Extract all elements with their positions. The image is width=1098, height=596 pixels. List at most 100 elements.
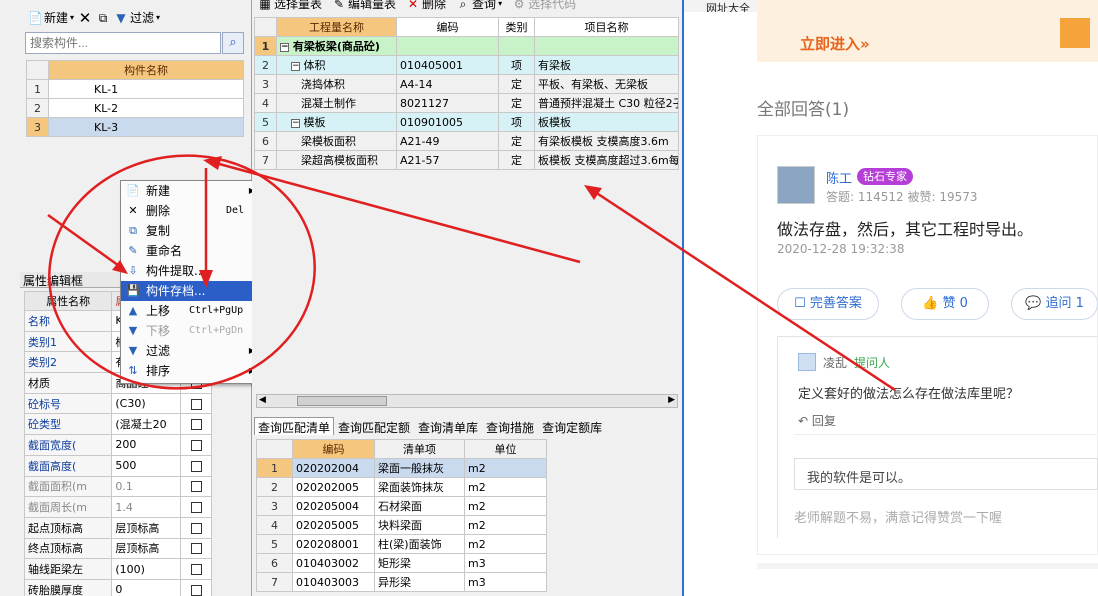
tab-query-4[interactable]: 查询定额库 — [538, 417, 606, 435]
attr-row[interactable]: 截面周长(m 1.4 — [23, 496, 212, 518]
bill-code[interactable]: 020202004 — [292, 458, 375, 478]
menu-item-extract[interactable]: ⇩ 构件提取... — [121, 261, 261, 281]
table-row[interactable]: 4 020205005 块料梁面 m2 — [256, 515, 547, 535]
category-cell[interactable]: 项 — [498, 55, 535, 75]
horizontal-scrollbar[interactable]: ◀ ▶ — [256, 394, 678, 408]
bill-code[interactable]: 020205005 — [292, 515, 375, 535]
attr-value[interactable]: 0.1 — [111, 475, 182, 498]
menu-item-filter[interactable]: ▼过滤▶ — [121, 341, 261, 361]
collapse-icon[interactable]: − — [291, 61, 300, 71]
attr-checkbox[interactable] — [190, 460, 202, 472]
tab-query-0[interactable]: 查询匹配清单 — [254, 417, 335, 435]
bill-item[interactable]: 柱(梁)面装饰 — [374, 534, 465, 554]
table-row[interactable]: 5 020208001 柱(梁)面装饰 m2 — [256, 534, 547, 554]
attr-checkbox[interactable] — [190, 543, 202, 555]
delete-button[interactable]: ✕ — [78, 10, 92, 25]
menu-item-down[interactable]: ▼ 下移 Ctrl+PgDn — [121, 321, 261, 341]
collapse-icon[interactable]: − — [291, 118, 300, 128]
table-row[interactable]: 2 KL-2 — [26, 98, 244, 118]
select-table-button[interactable]: ▦ 选择量表 — [258, 0, 322, 12]
table-row[interactable]: 1 KL-1 — [26, 79, 244, 99]
bill-unit[interactable]: m3 — [464, 553, 547, 573]
bill-unit[interactable]: m2 — [464, 458, 547, 478]
commenter-name[interactable]: 凌乱 — [823, 354, 847, 371]
project-cell[interactable]: 平板、有梁板、无梁板 — [534, 74, 679, 94]
code-cell[interactable]: 8021127 — [396, 93, 499, 113]
category-cell[interactable] — [498, 36, 535, 56]
category-cell[interactable]: 定 — [498, 74, 535, 94]
code-cell[interactable] — [396, 36, 499, 56]
menu-item-sort[interactable]: ⇅排序▶ — [121, 361, 261, 381]
select-code-button[interactable]: ⚙ 选择代码 — [512, 0, 576, 12]
bill-code[interactable]: 010403003 — [292, 572, 375, 592]
table-row[interactable]: 4 混凝土制作 8021127 定普通预拌混凝土 C30 粒径2子 — [254, 93, 679, 113]
attr-checkbox[interactable] — [190, 439, 202, 451]
improve-answer-button[interactable]: ☐ 完善答案 — [777, 288, 879, 320]
search-button[interactable]: ⌕ — [222, 32, 244, 54]
project-cell[interactable]: 普通预拌混凝土 C30 粒径2子 — [534, 93, 679, 113]
attr-row[interactable]: 起点顶标高 层顶标高 — [23, 516, 212, 539]
attr-row[interactable]: 截面宽度(200 — [23, 434, 212, 456]
attr-value[interactable]: (混凝土20 — [111, 413, 182, 436]
table-row[interactable]: 1 020202004 梁面一般抹灰 m2 — [256, 458, 547, 478]
menu-item-rename[interactable]: ✎ 重命名 — [121, 241, 261, 261]
bill-item[interactable]: 块料梁面 — [374, 515, 465, 535]
new-button[interactable]: 📄 新建 ▾ — [28, 9, 74, 26]
bill-unit[interactable]: m2 — [464, 496, 547, 516]
category-cell[interactable]: 定 — [498, 93, 535, 113]
attr-row[interactable]: 截面高度(500 — [23, 454, 212, 477]
bill-unit[interactable]: m3 — [464, 572, 547, 592]
like-button[interactable]: 👍 赞 0 — [901, 288, 989, 320]
follow-up-button[interactable]: 💬 追问 1 — [1011, 288, 1098, 320]
attr-row[interactable]: 轴线距梁左 (100) — [23, 558, 212, 580]
table-row[interactable]: 5− 模板 010901005 项板模板 — [254, 112, 679, 132]
bill-item[interactable]: 梁面一般抹灰 — [374, 458, 465, 478]
bill-unit[interactable]: m2 — [464, 515, 547, 535]
bill-unit[interactable]: m2 — [464, 534, 547, 554]
tab-query-2[interactable]: 查询清单库 — [414, 417, 482, 435]
table-row-selected[interactable]: 3 KL-3 — [26, 117, 244, 137]
table-row[interactable]: 3 浇捣体积 A4-14 定平板、有梁板、无梁板 — [254, 74, 679, 94]
bill-item[interactable]: 石材梁面 — [374, 496, 465, 516]
tab-query-1[interactable]: 查询匹配定额 — [334, 417, 414, 435]
attr-checkbox[interactable] — [190, 481, 202, 493]
bill-item[interactable]: 矩形梁 — [374, 553, 465, 573]
menu-item-copy[interactable]: ⧉ 复制 — [121, 221, 261, 241]
attr-value[interactable]: 500 — [111, 454, 182, 477]
bill-item[interactable]: 异形梁 — [374, 572, 465, 592]
code-cell[interactable]: A21-49 — [396, 131, 499, 151]
reply-input[interactable]: 我的软件是可以。 — [794, 458, 1098, 490]
table-row[interactable]: 2− 体积 010405001 项有梁板 — [254, 55, 679, 75]
table-row[interactable]: 2 020202005 梁面装饰抹灰 m2 — [256, 477, 547, 497]
attr-value[interactable]: 层顶标高 — [111, 516, 182, 539]
project-cell[interactable]: 板模板 — [534, 112, 679, 132]
answer-username[interactable]: 陈工 — [826, 168, 852, 187]
category-cell[interactable]: 定 — [498, 150, 535, 170]
attr-checkbox[interactable] — [190, 564, 202, 576]
attr-row[interactable]: 砼类型 (混凝土20 — [23, 413, 212, 436]
menu-item-archive[interactable]: 💾 构件存档... — [121, 281, 261, 301]
filter-button[interactable]: ▼ 过滤 ▾ — [114, 9, 160, 26]
scroll-left-icon[interactable]: ◀ — [259, 395, 266, 405]
bookmark-item[interactable]: 网址大全 — [706, 2, 750, 12]
attr-checkbox[interactable] — [190, 419, 202, 431]
table-row[interactable]: 7 梁超高模板面积 A21-57 定板模板 支模高度超过3.6m每内 — [254, 150, 679, 170]
attr-value[interactable]: 0 — [111, 578, 182, 596]
attr-row[interactable]: 截面面积(m 0.1 — [23, 475, 212, 498]
search-input[interactable] — [25, 32, 221, 54]
avatar[interactable] — [777, 166, 815, 204]
attr-checkbox[interactable] — [190, 584, 202, 596]
category-cell[interactable]: 项 — [498, 112, 535, 132]
attr-value[interactable]: (100) — [111, 558, 182, 580]
copy-button[interactable]: ⧉ — [96, 11, 110, 25]
attr-checkbox[interactable] — [190, 522, 202, 534]
table-row[interactable]: 6 梁模板面积 A21-49 定有梁板模板 支模高度3.6m — [254, 131, 679, 151]
enter-now-link[interactable]: 立即进入» — [800, 33, 870, 54]
code-cell[interactable]: A4-14 — [396, 74, 499, 94]
reply-link[interactable]: ↶ 回复 — [798, 412, 836, 429]
edit-table-button[interactable]: ✎ 编辑量表 — [332, 0, 396, 12]
bill-item[interactable]: 梁面装饰抹灰 — [374, 477, 465, 497]
category-cell[interactable]: 定 — [498, 131, 535, 151]
code-cell[interactable]: A21-57 — [396, 150, 499, 170]
bill-unit[interactable]: m2 — [464, 477, 547, 497]
